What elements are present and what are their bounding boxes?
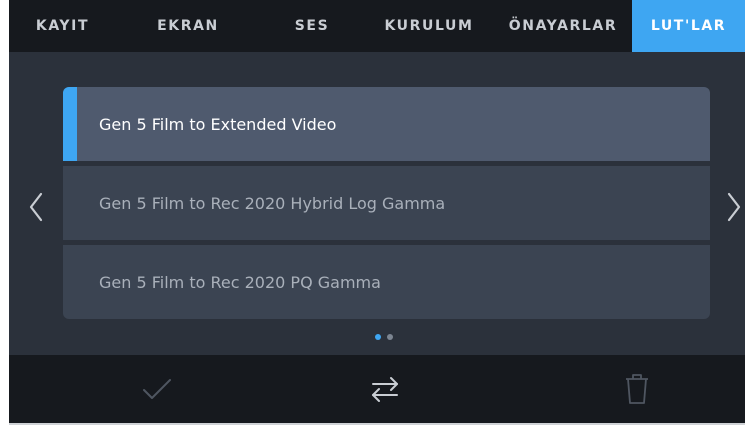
tab-record[interactable]: KAYIT — [9, 0, 116, 52]
tab-monitor[interactable]: EKRAN — [116, 0, 260, 52]
swap-arrows-icon — [372, 377, 398, 402]
tab-luts[interactable]: LUT'LAR — [632, 0, 745, 52]
lut-list-item[interactable]: Gen 5 Film to Rec 2020 Hybrid Log Gamma — [63, 166, 710, 240]
tab-bar: KAYIT EKRAN SES KURULUM ÖNAYARLAR LUT'LA… — [9, 0, 745, 52]
selection-marker — [63, 87, 77, 161]
chevron-left-icon[interactable] — [25, 190, 47, 224]
page-indicator — [375, 334, 393, 340]
apply-button[interactable] — [117, 355, 197, 423]
tab-presets[interactable]: ÖNAYARLAR — [494, 0, 632, 52]
page-dot-1[interactable] — [375, 334, 381, 340]
lut-name: Gen 5 Film to Extended Video — [99, 114, 337, 134]
tab-setup[interactable]: KURULUM — [364, 0, 494, 52]
delete-button[interactable] — [597, 355, 677, 423]
lut-list: Gen 5 Film to Extended Video Gen 5 Film … — [63, 87, 710, 319]
lut-list-item[interactable]: Gen 5 Film to Rec 2020 PQ Gamma — [63, 245, 710, 319]
lut-name: Gen 5 Film to Rec 2020 Hybrid Log Gamma — [99, 193, 446, 213]
page-dot-2[interactable] — [387, 334, 393, 340]
checkmark-icon — [143, 379, 171, 399]
swap-button[interactable] — [345, 355, 425, 423]
chevron-right-icon[interactable] — [723, 190, 745, 224]
lut-screen: KAYIT EKRAN SES KURULUM ÖNAYARLAR LUT'LA… — [9, 0, 745, 425]
lut-list-item[interactable]: Gen 5 Film to Extended Video — [63, 87, 710, 161]
lut-name: Gen 5 Film to Rec 2020 PQ Gamma — [99, 272, 381, 292]
action-bar — [9, 355, 745, 423]
trash-icon — [626, 374, 648, 404]
tab-audio[interactable]: SES — [260, 0, 364, 52]
